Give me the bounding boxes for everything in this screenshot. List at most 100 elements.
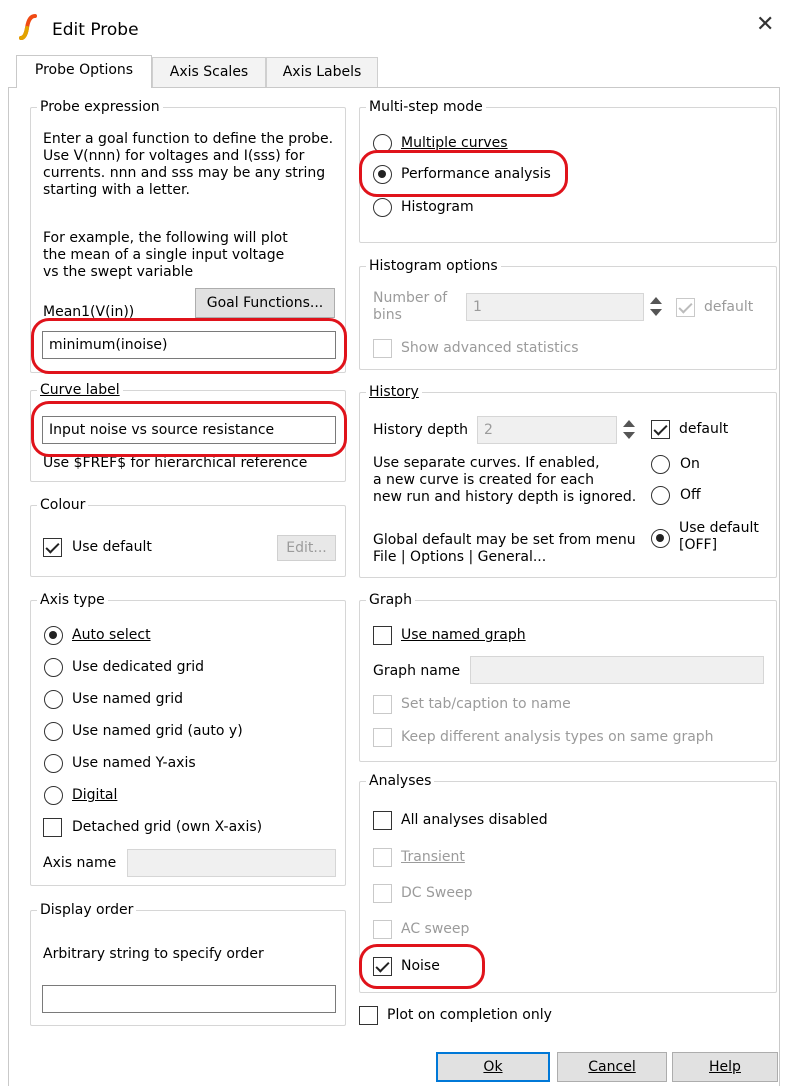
group-title: Multi-step mode <box>366 98 486 116</box>
axis-option-label: Auto select <box>72 627 151 643</box>
simetrix-logo-icon <box>19 14 37 40</box>
analysis-label: Noise <box>401 958 440 974</box>
group-title: Graph <box>366 591 415 609</box>
title-bar: Edit Probe ✕ <box>0 0 786 50</box>
separate-on-label: On <box>680 456 700 472</box>
separate-on-radio[interactable] <box>651 455 670 474</box>
separate-curves-text: Use separate curves. If enabled, <box>373 455 600 471</box>
close-icon[interactable]: ✕ <box>756 14 774 36</box>
group-title: Probe expression <box>37 98 163 116</box>
set-tab-caption-checkbox[interactable] <box>373 695 392 714</box>
detached-grid-label: Detached grid (own X-axis) <box>72 819 263 835</box>
dc-sweep-checkbox[interactable] <box>373 884 392 903</box>
global-default-text: Global default may be set from menu <box>373 532 636 548</box>
analysis-label: AC sweep <box>401 921 470 937</box>
separate-use-default-radio[interactable] <box>651 529 670 548</box>
use-default-colour-label: Use default <box>72 539 152 555</box>
bins-input[interactable]: 1 <box>466 293 644 321</box>
plot-on-completion-label: Plot on completion only <box>387 1007 552 1023</box>
goal-functions-button[interactable]: Goal Functions... <box>195 288 335 318</box>
window-title: Edit Probe <box>52 20 139 40</box>
keep-analysis-types-checkbox[interactable] <box>373 728 392 747</box>
histogram-radio[interactable] <box>373 198 392 217</box>
help-text: currents. nnn and sss may be any string <box>43 165 326 181</box>
help-text: Use V(nnn) for voltages and I(sss) for <box>43 148 305 164</box>
multiple-curves-radio[interactable] <box>373 134 392 153</box>
ok-button[interactable]: Ok <box>436 1052 550 1082</box>
transient-checkbox[interactable] <box>373 848 392 867</box>
advanced-stats-label: Show advanced statistics <box>401 340 579 356</box>
multi-step-option-label: Histogram <box>401 199 474 215</box>
separate-curves-text: a new curve is created for each <box>373 472 594 488</box>
help-text: starting with a letter. <box>43 182 190 198</box>
display-order-input[interactable] <box>42 985 336 1013</box>
ac-sweep-checkbox[interactable] <box>373 920 392 939</box>
example-text: For example, the following will plot <box>43 230 288 246</box>
display-order-hint: Arbitrary string to specify order <box>43 946 264 962</box>
global-default-text: File | Options | General... <box>373 549 547 565</box>
use-default-label: Use default <box>679 520 759 536</box>
axis-named-y-axis-radio[interactable] <box>44 754 63 773</box>
multi-step-option-label: Multiple curves <box>401 135 508 151</box>
tab-axis-labels[interactable]: Axis Labels <box>266 57 378 87</box>
detached-grid-checkbox[interactable] <box>43 818 62 837</box>
axis-auto-select-radio[interactable] <box>44 626 63 645</box>
axis-name-input[interactable] <box>127 849 336 877</box>
spin-up-icon <box>623 420 635 427</box>
colour-edit-button[interactable]: Edit... <box>277 535 336 561</box>
bins-label: bins <box>373 307 402 323</box>
spin-down-icon <box>623 432 635 439</box>
bins-label: Number of <box>373 290 448 306</box>
help-text: Enter a goal function to define the prob… <box>43 131 334 147</box>
use-default-colour-checkbox[interactable] <box>43 538 62 557</box>
curve-label-input[interactable]: Input noise vs source resistance <box>42 416 336 444</box>
plot-on-completion-checkbox[interactable] <box>359 1006 378 1025</box>
group-title: Histogram options <box>366 257 501 275</box>
use-default-label: [OFF] <box>679 537 718 553</box>
bins-default-label: default <box>704 299 754 315</box>
bins-default-checkbox[interactable] <box>676 298 695 317</box>
axis-option-label: Use named grid <box>72 691 184 707</box>
axis-digital-radio[interactable] <box>44 786 63 805</box>
bins-spinner[interactable] <box>648 294 664 320</box>
performance-analysis-radio[interactable] <box>373 165 392 184</box>
history-depth-input[interactable]: 2 <box>477 416 617 444</box>
axis-option-label: Digital <box>72 787 118 803</box>
all-analyses-disabled-label: All analyses disabled <box>401 812 548 828</box>
tab-probe-options[interactable]: Probe Options <box>16 55 152 88</box>
help-button[interactable]: Help <box>672 1052 778 1082</box>
group-title: Colour <box>37 496 89 514</box>
graph-name-input[interactable] <box>470 656 764 684</box>
curve-label-hint: Use $FREF$ for hierarchical reference <box>43 455 308 471</box>
history-default-label: default <box>679 421 729 437</box>
history-depth-label: History depth <box>373 422 469 438</box>
group-title: History <box>366 383 422 401</box>
graph-name-label: Graph name <box>373 663 461 679</box>
all-analyses-disabled-checkbox[interactable] <box>373 811 392 830</box>
group-title: Display order <box>37 901 137 919</box>
spin-down-icon <box>650 309 662 316</box>
history-default-checkbox[interactable] <box>651 420 670 439</box>
keep-analysis-types-label: Keep different analysis types on same gr… <box>401 729 714 745</box>
advanced-stats-checkbox[interactable] <box>373 339 392 358</box>
separate-curves-text: new run and history depth is ignored. <box>373 489 637 505</box>
example-text: vs the swept variable <box>43 264 194 280</box>
axis-dedicated-grid-radio[interactable] <box>44 658 63 677</box>
multi-step-option-label: Performance analysis <box>401 166 551 182</box>
spin-up-icon <box>650 297 662 304</box>
group-title: Analyses <box>366 772 435 790</box>
axis-named-grid-radio[interactable] <box>44 690 63 709</box>
set-tab-caption-label: Set tab/caption to name <box>401 696 571 712</box>
use-named-graph-checkbox[interactable] <box>373 626 392 645</box>
axis-option-label: Use named Y-axis <box>72 755 196 771</box>
analysis-label: DC Sweep <box>401 885 473 901</box>
axis-named-grid-auto-y-radio[interactable] <box>44 722 63 741</box>
tab-axis-scales[interactable]: Axis Scales <box>152 57 266 87</box>
separate-off-radio[interactable] <box>651 486 670 505</box>
noise-checkbox[interactable] <box>373 957 392 976</box>
history-depth-spinner[interactable] <box>621 417 637 443</box>
cancel-button[interactable]: Cancel <box>557 1052 667 1082</box>
example-expression: Mean1(V(in)) <box>43 304 135 320</box>
separate-off-label: Off <box>680 487 701 503</box>
probe-expression-input[interactable]: minimum(inoise) <box>42 331 336 359</box>
